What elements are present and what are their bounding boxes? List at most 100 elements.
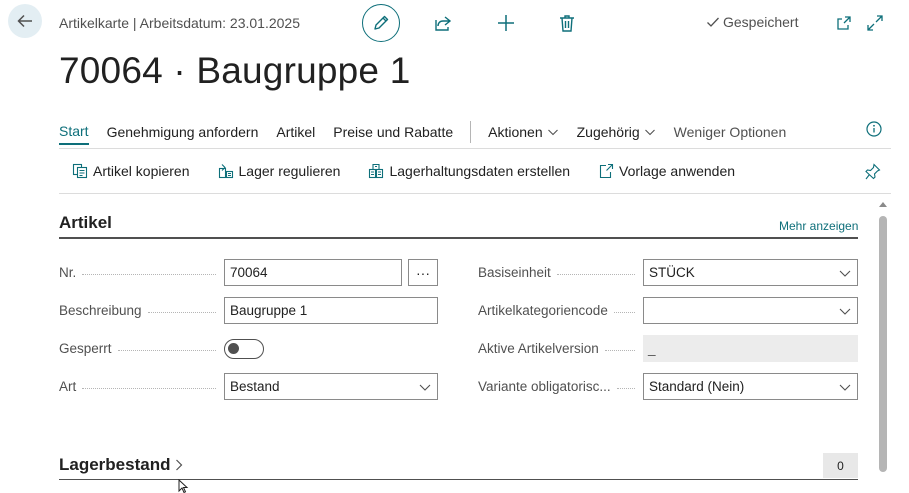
section-underline (59, 237, 858, 239)
scrollbar-thumb[interactable] (879, 216, 887, 472)
adjust-inventory-button[interactable]: Lager regulieren (218, 163, 341, 179)
chevron-down-icon (838, 266, 852, 280)
dot-leader (556, 274, 635, 275)
share-icon (433, 13, 453, 33)
nr-value: 70064 (230, 265, 268, 280)
chevron-down-icon (547, 126, 559, 138)
info-icon (866, 121, 882, 137)
variante-select[interactable]: Standard (Nein) (643, 373, 858, 400)
gesperrt-toggle[interactable] (224, 339, 264, 359)
copy-item-button[interactable]: Artikel kopieren (72, 163, 190, 179)
copy-item-icon (72, 163, 88, 179)
art-select[interactable]: Bestand (224, 373, 438, 400)
copy-item-label: Artikel kopieren (93, 163, 190, 179)
field-label-variante: Variante obligatorisc... (478, 379, 635, 394)
apply-template-icon (598, 163, 614, 179)
dot-leader (82, 388, 216, 389)
label-text: Basiseinheit (478, 265, 551, 280)
tab-aktionen[interactable]: Aktionen (488, 124, 558, 144)
create-stockkeeping-icon (368, 163, 384, 179)
arrow-left-icon (16, 12, 34, 30)
info-button[interactable] (866, 121, 882, 137)
tab-weniger-optionen[interactable]: Weniger Optionen (674, 124, 787, 144)
field-label-version: Aktive Artikelversion (478, 341, 635, 356)
section-title-lagerbestand[interactable]: Lagerbestand (59, 455, 184, 475)
tab-preise[interactable]: Preise und Rabatte (333, 124, 453, 144)
chevron-down-icon (838, 380, 852, 394)
adjust-inventory-icon (218, 163, 234, 179)
beschreibung-value: Baugruppe 1 (230, 303, 308, 318)
new-button[interactable] (494, 11, 518, 35)
delete-button[interactable] (555, 11, 579, 35)
save-status-text: Gespeichert (723, 14, 799, 30)
dot-leader (82, 274, 216, 275)
dot-leader (117, 350, 216, 351)
version-readonly: _ (643, 335, 858, 362)
pin-icon (865, 163, 881, 181)
action-bar: Artikel kopieren Lager regulieren Lagerh… (72, 163, 763, 179)
dot-leader (616, 388, 635, 389)
tabs-divider (59, 148, 891, 149)
field-label-kategorie: Artikelkategoriencode (478, 303, 635, 318)
label-text: Beschreibung (59, 303, 142, 318)
tab-genehmigung[interactable]: Genehmigung anfordern (107, 124, 259, 144)
trash-icon (557, 13, 577, 33)
expand-icon (866, 14, 884, 32)
variante-value: Standard (Nein) (649, 379, 745, 394)
create-stockkeeping-label: Lagerhaltungsdaten erstellen (389, 163, 571, 179)
lagerbestand-count-badge: 0 (823, 453, 858, 478)
tab-divider (470, 121, 472, 143)
triangle-up-icon (877, 200, 889, 210)
field-label-beschreibung: Beschreibung (59, 303, 216, 318)
scroll-up-button[interactable] (877, 200, 889, 210)
label-text: Gesperrt (59, 341, 112, 356)
action-tabs: Start Genehmigung anfordern Artikel Prei… (59, 121, 804, 147)
field-label-basiseinheit: Basiseinheit (478, 265, 635, 280)
actions-divider (59, 193, 891, 194)
expand-button[interactable] (863, 11, 887, 35)
page-context: Artikelkarte | Arbeitsdatum: 23.01.2025 (59, 15, 300, 31)
chevron-right-icon (174, 458, 184, 472)
nr-input[interactable]: 70064 (224, 259, 402, 286)
checkmark-icon (706, 15, 720, 29)
beschreibung-input[interactable]: Baugruppe 1 (224, 297, 438, 324)
tab-start[interactable]: Start (59, 123, 89, 145)
adjust-inventory-label: Lager regulieren (238, 163, 341, 179)
kategorie-select[interactable] (643, 297, 858, 324)
art-value: Bestand (230, 379, 280, 394)
section-lagerbestand-label: Lagerbestand (59, 455, 171, 474)
apply-template-label: Vorlage anwenden (619, 163, 736, 179)
chevron-down-icon (418, 380, 432, 394)
label-text: Artikelkategoriencode (478, 303, 608, 318)
apply-template-button[interactable]: Vorlage anwenden (598, 163, 735, 179)
dot-leader (613, 312, 635, 313)
save-status: Gespeichert (706, 14, 798, 30)
tab-zugehoerig-label: Zugehörig (576, 124, 640, 140)
chevron-down-icon (838, 304, 852, 318)
page-title: 70064 · Baugruppe 1 (59, 50, 411, 91)
section-title-artikel[interactable]: Artikel (59, 213, 112, 233)
plus-icon (496, 13, 516, 33)
open-new-window-button[interactable] (832, 11, 856, 35)
pencil-icon (372, 14, 390, 32)
tab-zugehoerig[interactable]: Zugehörig (577, 124, 656, 144)
label-text: Aktive Artikelversion (478, 341, 599, 356)
field-label-art: Art (59, 379, 216, 394)
share-button[interactable] (431, 11, 455, 35)
open-new-window-icon (835, 14, 853, 32)
version-value: _ (648, 341, 656, 356)
dot-leader (604, 350, 635, 351)
nr-assist-button[interactable]: ··· (408, 259, 438, 286)
basiseinheit-select[interactable]: STÜCK (643, 259, 858, 286)
ellipsis-icon: ··· (416, 264, 430, 281)
field-label-nr: Nr. (59, 265, 216, 280)
label-text: Art (59, 379, 77, 394)
tab-artikel[interactable]: Artikel (276, 124, 315, 144)
pin-button[interactable] (865, 163, 881, 181)
edit-button[interactable] (362, 4, 400, 42)
back-button[interactable] (8, 4, 42, 38)
dot-leader (147, 312, 216, 313)
show-more-link[interactable]: Mehr anzeigen (779, 219, 858, 233)
create-stockkeeping-button[interactable]: Lagerhaltungsdaten erstellen (368, 163, 570, 179)
mouse-cursor-icon (178, 479, 190, 493)
